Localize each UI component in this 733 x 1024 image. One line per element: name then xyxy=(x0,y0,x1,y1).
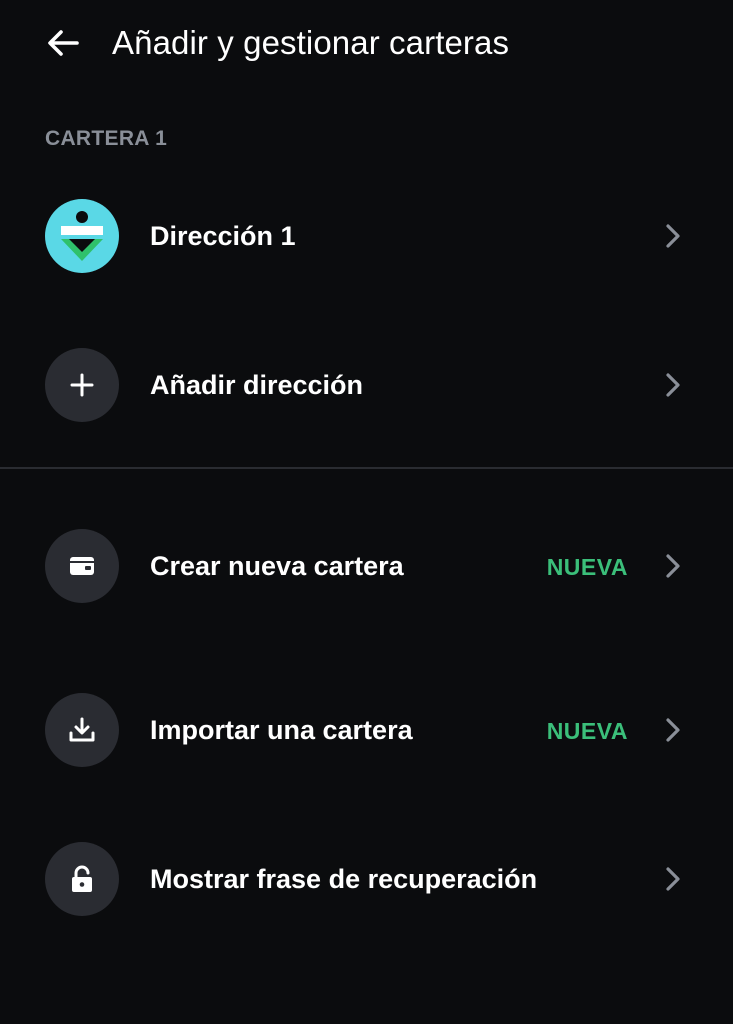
import-wallet-label: Importar una cartera xyxy=(150,715,413,745)
new-badge: NUEVA xyxy=(546,718,628,744)
chevron-right-icon xyxy=(660,715,686,745)
import-wallet-row[interactable]: Importar una cartera NUEVA xyxy=(0,691,733,771)
arrow-left-icon xyxy=(48,30,79,56)
address-label: Dirección 1 xyxy=(150,221,296,251)
address-avatar-icon xyxy=(45,199,119,273)
create-wallet-label: Crear nueva cartera xyxy=(150,551,404,581)
page-title: Añadir y gestionar carteras xyxy=(112,24,510,61)
chevron-right-icon xyxy=(660,221,686,251)
create-wallet-row[interactable]: Crear nueva cartera NUEVA xyxy=(0,527,733,607)
import-icon xyxy=(45,693,119,767)
address-row[interactable]: Dirección 1 xyxy=(0,197,733,277)
show-recovery-phrase-label: Mostrar frase de recuperación xyxy=(150,864,538,894)
add-address-label: Añadir dirección xyxy=(150,370,364,400)
add-address-row[interactable]: Añadir dirección xyxy=(0,346,733,426)
section-divider xyxy=(0,467,733,469)
plus-icon xyxy=(45,348,119,422)
show-recovery-phrase-row[interactable]: Mostrar frase de recuperación xyxy=(0,840,733,920)
section-label-wallet: CARTERA 1 xyxy=(45,127,168,150)
top-app-bar: Añadir y gestionar carteras xyxy=(0,0,733,90)
unlock-icon xyxy=(45,842,119,916)
new-badge: NUEVA xyxy=(546,554,628,580)
wallet-icon xyxy=(45,529,119,603)
chevron-right-icon xyxy=(660,864,686,894)
chevron-right-icon xyxy=(660,370,686,400)
chevron-right-icon xyxy=(660,551,686,581)
back-button[interactable] xyxy=(40,22,86,64)
